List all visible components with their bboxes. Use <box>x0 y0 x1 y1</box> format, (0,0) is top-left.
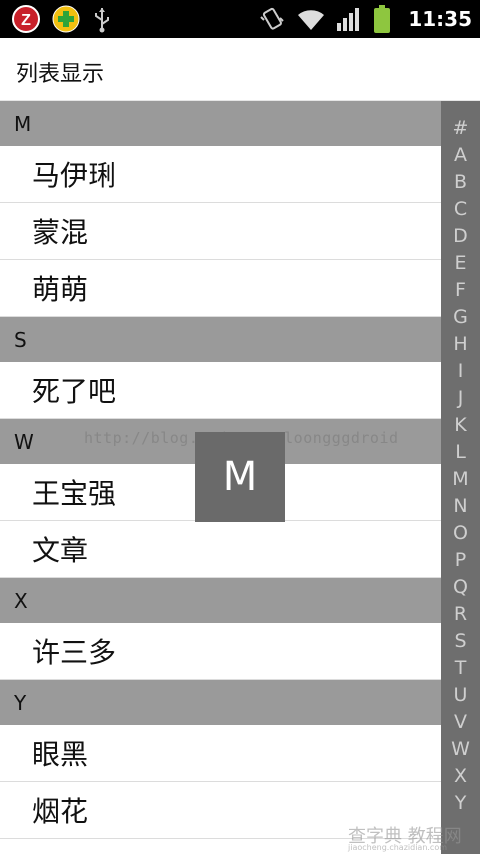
index-letter-m[interactable]: M <box>441 468 480 490</box>
section-header-y: Y <box>0 680 441 725</box>
index-letter-x[interactable]: X <box>441 765 480 787</box>
vibrate-icon <box>260 7 285 30</box>
plus-app-icon <box>52 5 80 33</box>
index-letter-p[interactable]: P <box>441 549 480 571</box>
index-letter-hash[interactable]: # <box>441 117 480 139</box>
clock: 11:35 <box>408 7 472 31</box>
index-letter-f[interactable]: F <box>441 279 480 301</box>
list-item[interactable]: 马伊琍 <box>0 146 441 203</box>
status-bar: Z 11:35 <box>0 0 480 38</box>
notification-icons: Z <box>10 4 114 34</box>
list-item[interactable]: 眼黑 <box>0 725 441 782</box>
svg-text:Z: Z <box>21 12 31 29</box>
list-item[interactable]: 文章 <box>0 521 441 578</box>
index-letter-c[interactable]: C <box>441 198 480 220</box>
app-z-icon: Z <box>12 5 40 33</box>
list-item[interactable]: 死了吧 <box>0 362 441 419</box>
site-logo-watermark-sub: jiaocheng.chazidian.com <box>348 843 448 852</box>
index-letter-h[interactable]: H <box>441 333 480 355</box>
index-letter-i[interactable]: I <box>441 360 480 382</box>
list-item[interactable]: 萌萌 <box>0 260 441 317</box>
index-letter-t[interactable]: T <box>441 657 480 679</box>
index-letter-s[interactable]: S <box>441 630 480 652</box>
list-item[interactable]: 许三多 <box>0 623 441 680</box>
letter-overlay: M <box>195 432 285 522</box>
index-letter-j[interactable]: J <box>441 387 480 409</box>
section-header-m: M <box>0 101 441 146</box>
index-letter-u[interactable]: U <box>441 684 480 706</box>
alphabet-index-bar[interactable]: # A B C D E F G H I J K L M N O P Q R S T U V W X Y <box>441 101 480 854</box>
index-letter-e[interactable]: E <box>441 252 480 274</box>
index-letter-b[interactable]: B <box>441 171 480 193</box>
title-bar: 列表显示 <box>0 38 480 101</box>
section-header-s: S <box>0 317 441 362</box>
index-letter-o[interactable]: O <box>441 522 480 544</box>
index-letter-g[interactable]: G <box>441 306 480 328</box>
index-letter-r[interactable]: R <box>441 603 480 625</box>
index-letter-q[interactable]: Q <box>441 576 480 598</box>
index-letter-l[interactable]: L <box>441 441 480 463</box>
section-header-x: X <box>0 578 441 623</box>
page-title: 列表显示 <box>16 62 105 87</box>
signal-icon <box>337 8 360 31</box>
index-letter-n[interactable]: N <box>441 495 480 517</box>
index-letter-y[interactable]: Y <box>441 792 480 814</box>
usb-icon <box>95 8 109 33</box>
list-item[interactable]: 蒙混 <box>0 203 441 260</box>
wifi-icon <box>298 10 325 30</box>
system-icons: 11:35 <box>258 0 472 38</box>
index-letter-a[interactable]: A <box>441 144 480 166</box>
battery-icon <box>374 5 391 33</box>
index-letter-w[interactable]: W <box>441 738 480 760</box>
index-letter-k[interactable]: K <box>441 414 480 436</box>
index-letter-v[interactable]: V <box>441 711 480 733</box>
index-letter-d[interactable]: D <box>441 225 480 247</box>
